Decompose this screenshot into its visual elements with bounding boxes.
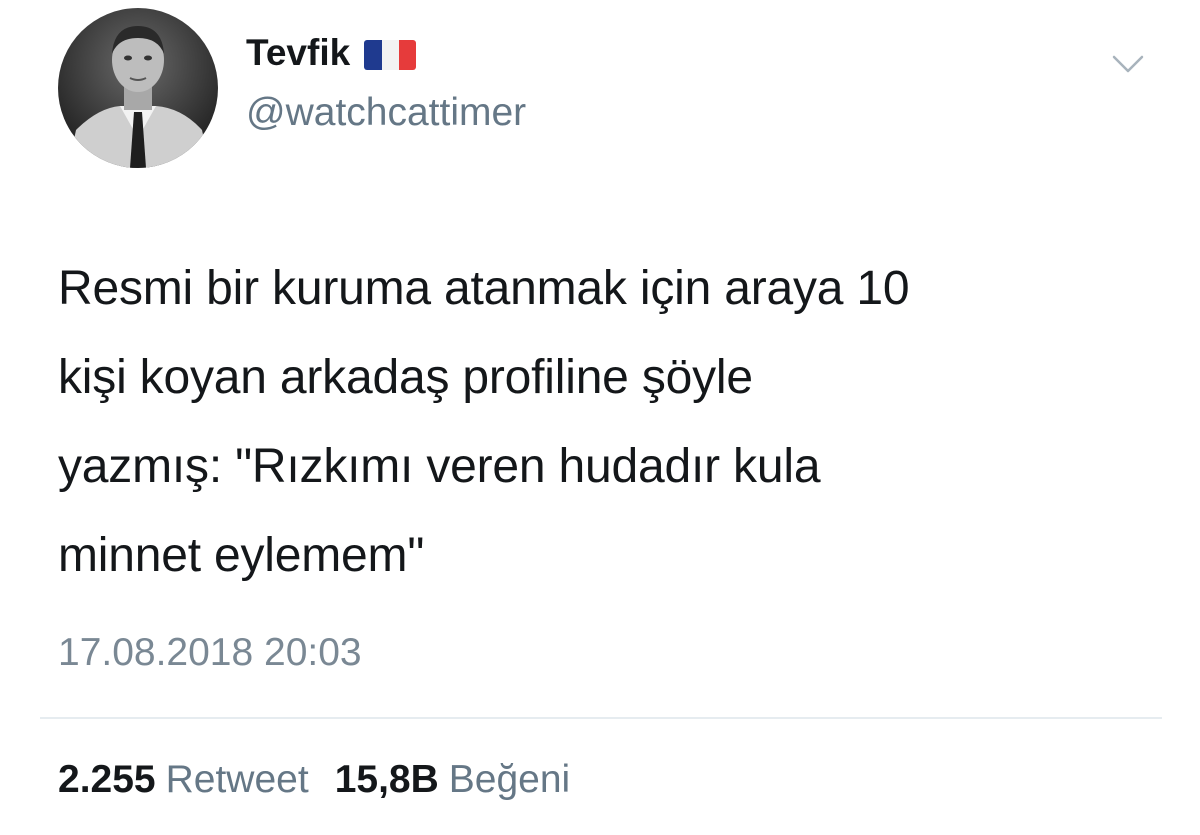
retweet-label: Retweet (165, 758, 309, 801)
avatar-image (58, 8, 218, 168)
france-flag-icon (364, 39, 417, 70)
avatar[interactable] (58, 8, 218, 168)
tweet-stats: 2.255 Retweet 15,8B Beğeni (58, 758, 571, 802)
divider (40, 717, 1162, 719)
retweet-stat[interactable]: 2.255 Retweet (58, 758, 309, 802)
retweet-count: 2.255 (58, 758, 156, 801)
display-name: Tevfik (246, 32, 351, 73)
like-label: Beğeni (448, 758, 571, 801)
like-stat[interactable]: 15,8B Beğeni (334, 758, 571, 802)
chevron-down-icon[interactable] (1110, 48, 1146, 78)
tweet-text: Resmi bir kuruma atanmak için araya 10 k… (58, 262, 910, 582)
display-name-row[interactable]: Tevfik (246, 32, 417, 73)
tweet-timestamp[interactable]: 17.08.2018 20:03 (58, 631, 362, 675)
user-handle[interactable]: @watchcattimer (246, 91, 526, 135)
like-count: 15,8B (334, 758, 439, 801)
